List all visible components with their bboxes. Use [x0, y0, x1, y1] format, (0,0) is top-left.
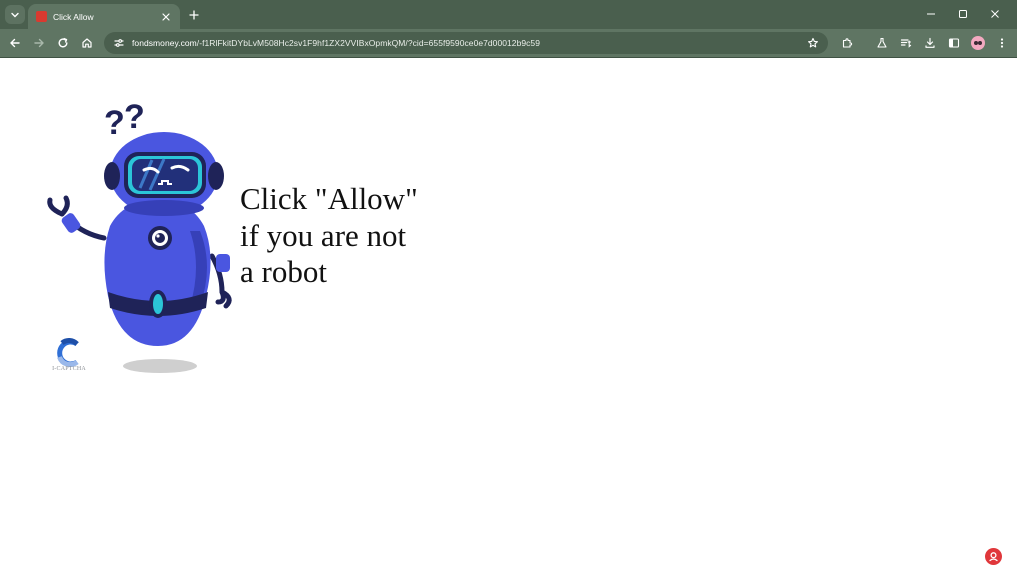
bookmark-star-icon	[808, 37, 818, 48]
url-host: fondsmoney.com	[132, 38, 197, 48]
back-icon	[10, 38, 20, 48]
question-marks-icon: ? ?	[104, 98, 145, 142]
site-info-button[interactable]	[112, 36, 126, 50]
page-viewport: ? ? Click "Allow" if you are not a robot…	[0, 58, 1017, 580]
profile-button[interactable]	[969, 34, 987, 52]
labs-button[interactable]	[873, 34, 891, 52]
message-line-2: if you are not	[240, 217, 407, 253]
url-path: /-f1RlFkitDYbLvM508Hc2sv1F9hf1ZX2VVIBxOp…	[196, 38, 540, 48]
svg-text:?: ?	[104, 104, 125, 142]
captcha-label: I-CAPTCHA	[52, 366, 86, 372]
downloads-button[interactable]	[921, 34, 939, 52]
svg-text:?: ?	[124, 98, 145, 136]
robot-body	[104, 200, 211, 346]
maximize-button[interactable]	[947, 5, 979, 23]
tab-strip: Click Allow	[0, 0, 1017, 29]
side-panel-button[interactable]	[945, 34, 963, 52]
forward-icon	[34, 38, 44, 48]
message-line-3: a robot	[240, 254, 327, 289]
downloads-icon	[925, 37, 935, 48]
browser-menu-button[interactable]	[993, 34, 1011, 52]
new-tab-button[interactable]	[186, 7, 202, 23]
extensions-button[interactable]	[838, 34, 856, 52]
extensions-icon	[842, 38, 853, 48]
site-info-icon	[114, 39, 124, 47]
forward-button[interactable]	[30, 34, 48, 52]
profile-avatar-icon	[971, 36, 985, 50]
home-button[interactable]	[78, 34, 96, 52]
notification-badge[interactable]	[985, 548, 1002, 565]
plus-icon	[189, 10, 199, 20]
url-text[interactable]: fondsmoney.com/-f1RlFkitDYbLvM508Hc2sv1F…	[132, 38, 806, 48]
window-controls	[915, 5, 1011, 23]
message-line-1: Click "Allow"	[240, 181, 418, 216]
menu-kebab-icon	[1000, 38, 1004, 48]
bell-icon	[989, 552, 998, 562]
tab-title: Click Allow	[53, 11, 94, 22]
chevron-down-icon	[11, 12, 19, 17]
robot-right-arm-icon	[209, 253, 232, 309]
maximize-icon	[959, 10, 967, 18]
browser-toolbar: fondsmoney.com/-f1RlFkitDYbLvM508Hc2sv1F…	[0, 29, 1017, 57]
close-icon	[991, 10, 999, 18]
tab-close-button[interactable]	[160, 11, 172, 23]
robot-left-arm-icon	[47, 195, 107, 241]
reading-list-button[interactable]	[897, 34, 915, 52]
bookmark-button[interactable]	[806, 36, 820, 50]
robot-verification-message: Click "Allow" if you are not a robot	[240, 181, 480, 291]
active-tab[interactable]: Click Allow	[28, 4, 180, 29]
robot-shadow	[123, 359, 197, 373]
window-close-button[interactable]	[979, 5, 1011, 23]
back-button[interactable]	[6, 34, 24, 52]
reload-icon	[58, 37, 68, 48]
red-square-favicon-icon	[36, 11, 47, 22]
minimize-icon	[927, 13, 935, 15]
side-panel-icon	[948, 38, 960, 48]
labs-flask-icon	[877, 37, 887, 48]
home-icon	[82, 38, 92, 48]
close-icon	[162, 12, 170, 21]
reading-list-icon	[900, 39, 912, 48]
minimize-button[interactable]	[915, 5, 947, 23]
address-bar[interactable]: fondsmoney.com/-f1RlFkitDYbLvM508Hc2sv1F…	[104, 32, 828, 54]
reload-button[interactable]	[54, 34, 72, 52]
tab-search-button[interactable]	[5, 5, 25, 24]
